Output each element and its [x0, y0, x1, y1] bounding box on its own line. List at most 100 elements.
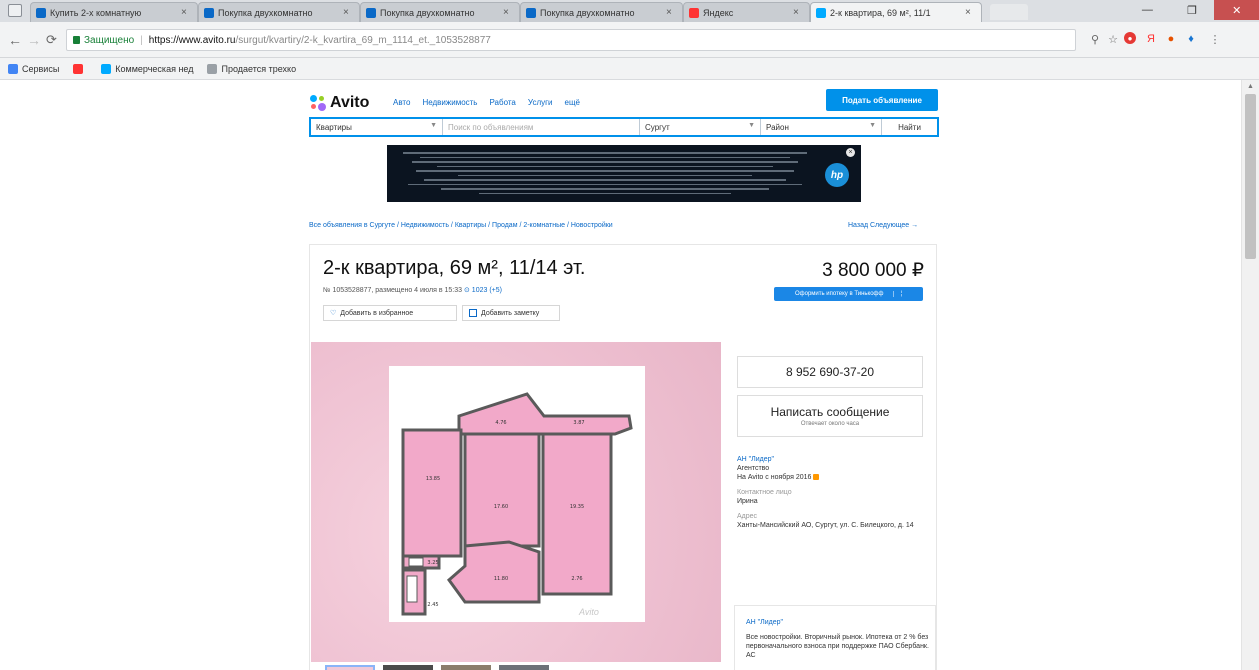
- room-area-label: 3.25: [427, 560, 438, 566]
- bookmark-item[interactable]: Сервисы: [8, 63, 60, 74]
- favicon-icon: [366, 7, 376, 18]
- on-avito-since: На Avito с ноября 2016: [737, 473, 923, 482]
- close-tab-icon[interactable]: ×: [965, 7, 975, 18]
- browser-tab[interactable]: Покупка двухкомнатно ×: [360, 2, 520, 22]
- maximize-icon[interactable]: ❐: [1170, 0, 1215, 20]
- add-to-favorites-button[interactable]: ♡ Добавить в избранное: [323, 305, 457, 321]
- breadcrumb[interactable]: Все объявления в Сургуте / Недвижимость …: [309, 222, 613, 229]
- room-area-label: 4.76: [495, 420, 506, 426]
- logo-text: Avito: [330, 94, 370, 111]
- browser-tab[interactable]: Покупка двухкомнатно ×: [520, 2, 683, 22]
- views-count[interactable]: 1023 (+5): [472, 287, 502, 294]
- thumbnail-photo[interactable]: [441, 665, 491, 670]
- minimize-icon[interactable]: —: [1125, 0, 1170, 20]
- search-submit-button[interactable]: Найти: [882, 119, 937, 135]
- close-icon[interactable]: ×: [846, 148, 855, 157]
- extension-icon[interactable]: ♦: [1184, 32, 1198, 46]
- tab-title: Покупка двухкомнатно: [540, 7, 635, 18]
- bookmark-item[interactable]: [73, 63, 87, 74]
- bookmark-icon: [207, 63, 218, 74]
- search-input[interactable]: Поиск по объявлениям: [443, 119, 640, 135]
- category-select[interactable]: Квартиры ▼: [311, 119, 443, 135]
- city-select[interactable]: Сургут ▼: [640, 119, 761, 135]
- listing-meta: № 1053528877, размещено 4 июля в 15:33 ⊙…: [323, 287, 502, 294]
- favorites-label: Добавить в избранное: [340, 309, 414, 317]
- page: Avito Авто Недвижимость Работа Услуги ещ…: [0, 80, 1259, 670]
- add-note-button[interactable]: Добавить заметку: [462, 305, 560, 321]
- tab-title: Купить 2-х комнатную: [50, 7, 142, 18]
- close-tab-icon[interactable]: ×: [343, 7, 353, 18]
- yandex-icon[interactable]: Я: [1144, 32, 1158, 46]
- favicon-icon: [204, 7, 214, 18]
- write-message-button[interactable]: Написать сообщение Отвечает около часа: [737, 395, 923, 437]
- badge-icon: [813, 474, 820, 481]
- bookmark-item[interactable]: Коммерческая нед: [101, 63, 194, 74]
- close-tab-icon[interactable]: ×: [666, 7, 676, 18]
- nav-item-auto[interactable]: Авто: [393, 98, 410, 107]
- nav-item-jobs[interactable]: Работа: [489, 98, 515, 107]
- post-ad-button[interactable]: Подать объявление: [826, 89, 938, 111]
- search-form: Квартиры ▼ Поиск по объявлениям Сургут ▼…: [309, 117, 939, 137]
- bookmark-label: Коммерческая нед: [115, 63, 194, 74]
- scroll-up-icon[interactable]: ▲: [1247, 83, 1254, 90]
- thumbnail-floor-plan[interactable]: [325, 665, 375, 670]
- floor-plan-drawing: 4.76 3.87 13.85 17.60 19.35 11.80 2.76 3…: [401, 392, 633, 616]
- favicon-icon: [689, 7, 699, 18]
- address-bar[interactable]: Защищено | https://www.avito.ru /surgut/…: [66, 29, 1076, 51]
- star-icon[interactable]: ☆: [1106, 32, 1120, 46]
- bookmark-label: Сервисы: [22, 63, 60, 74]
- scrollbar[interactable]: ▲: [1241, 80, 1259, 670]
- phone-button[interactable]: 8 952 690-37-20: [737, 356, 923, 388]
- seller-name-link[interactable]: АН "Лидер": [737, 455, 923, 464]
- room-area-label: 19.35: [570, 504, 584, 510]
- reload-icon[interactable]: ⟳: [46, 32, 57, 48]
- browser-toolbar: ← → ⟳ Защищено | https://www.avito.ru /s…: [0, 22, 1259, 58]
- address-separator: |: [140, 34, 143, 46]
- thumbnail-photo[interactable]: [499, 665, 549, 670]
- close-tab-icon[interactable]: ×: [181, 7, 191, 18]
- nav-item-realty[interactable]: Недвижимость: [422, 98, 477, 107]
- search-icon[interactable]: ⚲: [1088, 32, 1102, 46]
- close-tab-icon[interactable]: ×: [793, 7, 803, 18]
- listing-id-date: № 1053528877, размещено 4 июля в 15:33: [323, 287, 463, 294]
- room-area-label: 17.60: [494, 504, 508, 510]
- window-controls: — ❐ ✕: [1125, 0, 1259, 20]
- thumbnail-photo[interactable]: [383, 665, 433, 670]
- close-window-icon[interactable]: ✕: [1214, 0, 1259, 20]
- hp-logo-icon: hp: [825, 163, 849, 187]
- prev-next-links[interactable]: Назад Следующее →: [848, 222, 918, 229]
- nav-item-more[interactable]: ещё: [565, 98, 580, 107]
- browser-tab[interactable]: 2-к квартира, 69 м², 11/1 ×: [810, 2, 982, 22]
- advertising-banner[interactable]: × hp: [387, 145, 861, 202]
- close-tab-icon[interactable]: ×: [503, 7, 513, 18]
- room-area-label: 2.45: [427, 602, 438, 608]
- forward-icon[interactable]: →: [27, 32, 41, 48]
- adblock-icon[interactable]: ●: [1124, 32, 1136, 44]
- promo-title-link[interactable]: АН "Лидер": [746, 618, 935, 627]
- bookmarks-bar: Сервисы Коммерческая нед Продается трехко: [0, 58, 1259, 80]
- lock-icon: [73, 36, 80, 44]
- browser-tab[interactable]: Покупка двухкомнатно ×: [198, 2, 360, 22]
- mortgage-label: Оформить ипотеку в Тинькофф: [795, 291, 884, 297]
- url-host: https://www.avito.ru: [148, 34, 236, 46]
- menu-icon[interactable]: ⋮: [1208, 32, 1222, 46]
- mortgage-button[interactable]: Оформить ипотеку в Тинькофф ¦: [774, 287, 923, 301]
- banner-text: [395, 149, 815, 194]
- scrollbar-thumb[interactable]: [1245, 94, 1256, 259]
- seller-type: Агентство: [737, 465, 770, 472]
- extension-icon[interactable]: ●: [1164, 32, 1178, 46]
- browser-tab[interactable]: Яндекс ×: [683, 2, 810, 22]
- back-icon[interactable]: ←: [8, 32, 22, 48]
- seller-promo-card[interactable]: АН "Лидер" Все новостройки. Вторичный ры…: [734, 605, 936, 670]
- bookmark-item[interactable]: Продается трехко: [207, 63, 296, 74]
- district-value: Район: [766, 122, 789, 132]
- avito-logo[interactable]: Avito: [310, 94, 369, 112]
- district-select[interactable]: Район ▼: [761, 119, 882, 135]
- window-icon[interactable]: [8, 4, 22, 17]
- browser-tab[interactable]: Купить 2-х комнатную ×: [30, 2, 198, 22]
- new-tab-button[interactable]: [990, 4, 1028, 20]
- photo-gallery[interactable]: 4.76 3.87 13.85 17.60 19.35 11.80 2.76 3…: [311, 342, 721, 662]
- nav-item-services[interactable]: Услуги: [528, 98, 553, 107]
- favicon-icon: [526, 7, 536, 18]
- tab-title: 2-к квартира, 69 м², 11/1: [830, 7, 931, 18]
